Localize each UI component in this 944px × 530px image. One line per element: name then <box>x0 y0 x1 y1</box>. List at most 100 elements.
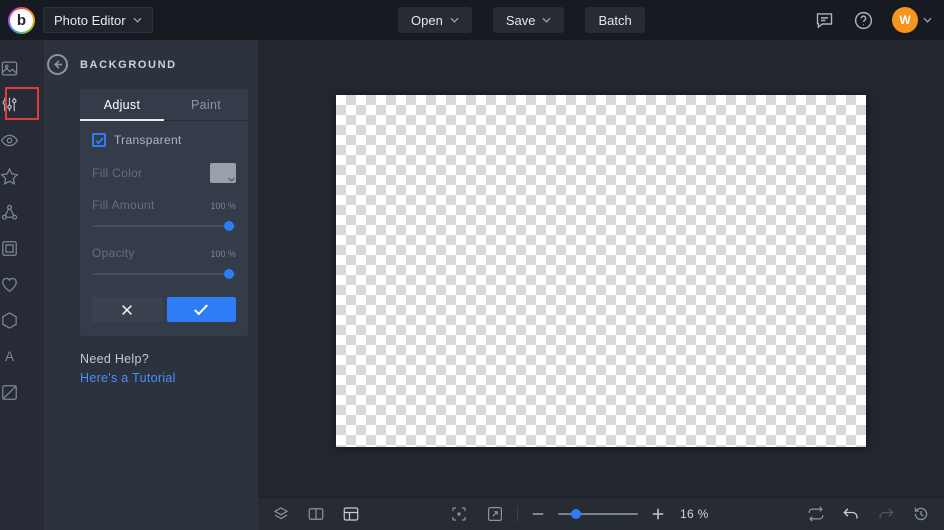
tool-text-button[interactable]: A <box>0 338 19 374</box>
arrow-left-icon <box>52 59 63 70</box>
zoom-controls: 16 % <box>531 507 709 521</box>
tool-touchup-button[interactable] <box>0 266 19 302</box>
fill-amount-row: Fill Amount 100 % <box>92 198 236 212</box>
back-button[interactable] <box>47 54 68 75</box>
fill-color-label: Fill Color <box>92 166 142 180</box>
hexagon-icon <box>0 311 19 330</box>
sliders-icon <box>0 95 19 114</box>
tab-paint[interactable]: Paint <box>164 89 248 120</box>
account-menu[interactable]: W <box>892 7 932 33</box>
bottom-bar: 16 % <box>258 497 944 530</box>
opacity-value: 100 % <box>210 249 236 259</box>
overlay-icon <box>0 383 19 402</box>
panel-tabs: Adjust Paint <box>80 89 248 121</box>
bottom-bar-left <box>272 505 360 523</box>
file-actions: Open Save Batch <box>398 7 645 33</box>
history-clock-icon <box>912 505 930 523</box>
history-button[interactable] <box>912 505 930 523</box>
open-label: Open <box>411 13 443 28</box>
opacity-slider[interactable] <box>92 269 236 279</box>
redo-arrow-icon <box>877 505 895 523</box>
feedback-button[interactable] <box>814 10 835 31</box>
slider-handle[interactable] <box>224 269 234 279</box>
close-icon <box>120 303 134 317</box>
fill-amount-slider[interactable] <box>92 221 236 231</box>
slider-handle[interactable] <box>224 221 234 231</box>
app-menu-label: Photo Editor <box>54 13 126 28</box>
zoom-in-button[interactable] <box>651 507 665 521</box>
svg-text:A: A <box>5 348 14 363</box>
help-section: Need Help? Here's a Tutorial <box>80 352 248 385</box>
tool-edit-button[interactable] <box>0 86 19 122</box>
bottom-bar-mid <box>450 505 504 523</box>
tab-adjust[interactable]: Adjust <box>80 89 164 120</box>
tool-image-manager-button[interactable] <box>0 50 19 86</box>
undo-button[interactable] <box>842 505 860 523</box>
open-button[interactable]: Open <box>398 7 472 33</box>
layers-button[interactable] <box>272 505 290 523</box>
plus-icon <box>651 507 665 521</box>
apply-button[interactable] <box>167 297 237 322</box>
fit-screen-button[interactable] <box>450 505 468 523</box>
tool-overlays-button[interactable] <box>0 374 19 410</box>
app-logo[interactable]: b <box>8 7 35 34</box>
tool-textures-button[interactable] <box>0 302 19 338</box>
chat-bubble-icon <box>814 10 835 31</box>
layers-icon <box>272 505 290 523</box>
tool-artsy-button[interactable] <box>0 158 19 194</box>
fill-color-row: Fill Color <box>92 163 236 183</box>
zoom-slider-handle[interactable] <box>571 509 581 519</box>
transparent-checkbox-row[interactable]: Transparent <box>92 133 236 147</box>
batch-label: Batch <box>598 13 631 28</box>
tool-frames-button[interactable] <box>0 230 19 266</box>
chevron-down-icon <box>450 17 459 23</box>
transparent-checkbox[interactable] <box>92 133 106 147</box>
fullscreen-button[interactable] <box>486 505 504 523</box>
tool-graphics-button[interactable] <box>0 194 19 230</box>
zoom-out-button[interactable] <box>531 507 545 521</box>
check-icon <box>193 303 209 316</box>
slider-track <box>92 273 236 275</box>
save-button[interactable]: Save <box>493 7 565 33</box>
panel-header: BACKGROUND <box>44 40 258 83</box>
canvas-settings-button[interactable] <box>342 505 360 523</box>
avatar: W <box>892 7 918 33</box>
fill-color-swatch[interactable] <box>210 163 236 183</box>
nodes-icon <box>0 203 19 222</box>
app-menu-button[interactable]: Photo Editor <box>43 7 153 33</box>
zoom-slider[interactable] <box>558 509 638 519</box>
batch-button[interactable]: Batch <box>585 7 644 33</box>
fit-screen-icon <box>450 505 468 523</box>
divider <box>517 506 518 522</box>
logo-letter: b <box>10 9 33 32</box>
opacity-row: Opacity 100 % <box>92 246 236 260</box>
canvas[interactable] <box>336 95 866 447</box>
slider-track <box>92 225 236 227</box>
help-button[interactable] <box>853 10 874 31</box>
minus-icon <box>531 507 545 521</box>
chevron-down-icon <box>133 17 142 23</box>
panel-title: BACKGROUND <box>80 59 177 71</box>
question-mark-icon <box>853 10 874 31</box>
chevron-down-icon <box>542 17 551 23</box>
fill-amount-label: Fill Amount <box>92 198 155 212</box>
help-heading: Need Help? <box>80 352 248 366</box>
opacity-label: Opacity <box>92 246 135 260</box>
picture-icon <box>0 59 19 78</box>
background-panel: BACKGROUND Adjust Paint Transparent Fil <box>44 40 258 530</box>
compare-button[interactable] <box>307 505 325 523</box>
undo-arrow-icon <box>842 505 860 523</box>
cancel-button[interactable] <box>92 297 162 322</box>
chevron-down-icon <box>228 177 235 182</box>
save-label: Save <box>506 13 536 28</box>
tool-strip: A <box>0 40 44 530</box>
tutorial-link[interactable]: Here's a Tutorial <box>80 371 248 385</box>
expand-icon <box>486 505 504 523</box>
bottom-bar-right <box>807 505 930 523</box>
reset-button[interactable] <box>807 505 825 523</box>
tool-effects-button[interactable] <box>0 122 19 158</box>
redo-button[interactable] <box>877 505 895 523</box>
adjust-card: Adjust Paint Transparent Fill Color <box>80 89 248 336</box>
transparent-label: Transparent <box>114 133 182 147</box>
photo-editor-app: b Photo Editor Open Save Batch <box>0 0 944 530</box>
